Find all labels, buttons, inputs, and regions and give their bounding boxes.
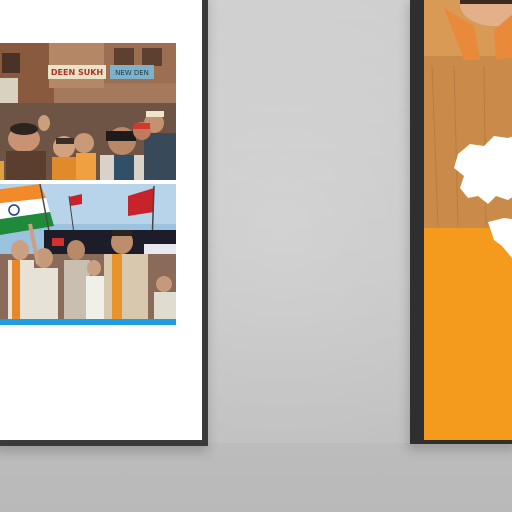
street-scene-image: DEEN SUKH NEW DEN [0,43,176,180]
left-page: DEEN SUKH NEW DEN [0,0,202,440]
rally-photo-flags [0,184,176,320]
sign-text-2: NEW DEN [115,69,149,77]
left-frame: DEEN SUKH NEW DEN [0,0,208,446]
presentation-scene: DEEN SUKH NEW DEN [0,0,512,512]
sign-text-1: DEEN SUKH [51,68,103,77]
floor [0,443,512,512]
poster [424,0,512,440]
right-frame [410,0,512,444]
flag-rally-image [0,184,176,320]
rally-photo-street: DEEN SUKH NEW DEN [0,43,176,180]
accent-strip [0,319,176,325]
leader-poster-image [424,0,512,440]
